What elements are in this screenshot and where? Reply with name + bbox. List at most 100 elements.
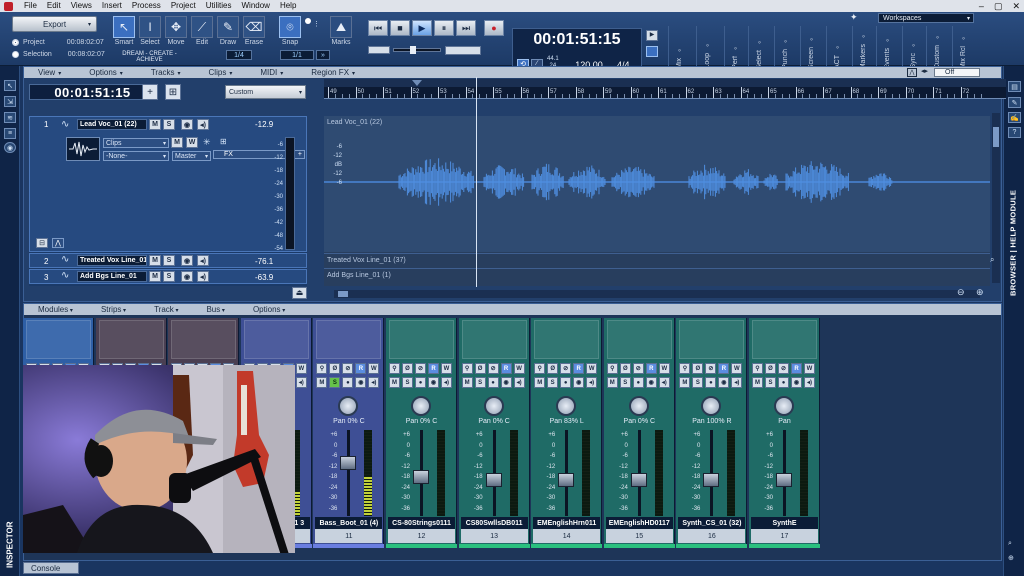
arm-button[interactable]: ● [487,377,499,388]
arm-button[interactable]: ● [778,377,789,388]
strip-name[interactable]: CS-80Strings0111 [388,517,455,529]
console-menu-options[interactable]: Options [239,305,299,314]
pan-knob[interactable] [556,396,577,416]
transport-extra[interactable] [445,46,481,55]
menu-file[interactable]: File [19,0,42,12]
write-button[interactable]: W [368,363,380,374]
monitor-button[interactable]: ◉ [500,377,512,388]
strip-name[interactable]: EMEnglishHrn011 [533,517,601,529]
volume-fader[interactable] [558,473,575,487]
volume-fader[interactable] [413,470,429,484]
channel-strip-11[interactable]: ⚲ Ø ⊘ R W M S ● ◉ ◂) Pan 0% C +6 0 -6 -12 -18 -24 -30 -36 B… [313,318,385,548]
volume-fader[interactable] [776,473,792,487]
mute-button[interactable]: M [606,377,618,388]
module-slot[interactable] [316,320,382,359]
channel-strip-17[interactable]: ⚲ Ø ⊘ R W M S ● ◉ ◂) Pan +6 0 -6 -12 -18 -24 -30 -36 SynthE… [749,318,820,548]
write-button[interactable]: W [441,363,452,374]
read-button[interactable]: R [500,363,512,374]
mute-button[interactable]: M [149,119,161,130]
timeline-ruler[interactable]: 49 50 51 52 53 54 55 56 57 58 59 60 61 62 63 64 65 66 67 68… [324,87,1006,99]
strip-search-icon[interactable]: ⌕ [1008,540,1012,548]
mute-button[interactable]: M [679,377,691,388]
tool-select-button[interactable]: I [139,16,161,38]
channel-strip-14[interactable]: ⚲ Ø ⊘ R W M S ● ◉ ◂) Pan 83% L +6 0 -6 -12 -18 -24 -30 -36… [531,318,603,548]
input-echo-button[interactable]: ◂) [197,255,209,266]
horizontal-scrollbar[interactable] [334,290,980,298]
strip-name[interactable]: Synth_CS_01 (32) [678,517,746,529]
arm-button[interactable]: ● [705,377,717,388]
minimize-button[interactable]: – [979,0,984,12]
echo-button[interactable]: ◂) [586,377,598,388]
menu-views[interactable]: Views [66,0,97,12]
input-icon[interactable]: ⚲ [534,363,546,374]
module-slot[interactable] [389,320,454,359]
phase-icon[interactable]: Ø [619,363,631,374]
nav-arrows-icon[interactable]: ◂▸ [921,67,928,75]
echo-button[interactable]: ◂) [731,377,743,388]
arm-button[interactable]: ● [342,377,354,388]
maximize-button[interactable]: ▢ [994,0,1003,12]
disable-icon[interactable]: ⊘ [778,363,789,374]
notes-icon[interactable]: ✍ [1008,112,1021,123]
echo-button[interactable]: ◂) [295,377,307,388]
wand-icon[interactable]: ✦ [850,12,868,23]
collapse-icon[interactable]: ⏏ [292,287,307,299]
pan-knob[interactable] [628,396,649,416]
menu-utilities[interactable]: Utilities [201,0,237,12]
mute-button[interactable]: M [149,255,161,266]
arrow-tool-icon[interactable]: ↖ [4,80,16,91]
track-2[interactable]: 2 ∿ Treated Vox Line_01 M S ◉ ◂) -76.1 [29,253,307,268]
tool-draw-button[interactable]: ✎ [217,16,239,38]
track-layer-icon[interactable]: ⊟ [36,238,48,248]
track-name[interactable]: Treated Vox Line_01 [77,255,147,266]
record-target-icon[interactable]: ◉ [4,142,16,153]
disable-icon[interactable]: ⊘ [632,363,644,374]
track-3[interactable]: 3 ∿ Add Bgs Line_01 M S ◉ ◂) -63.9 [29,269,307,284]
strip-name[interactable]: Bass_Boot_01 (4) [315,517,383,529]
link-icon[interactable]: ⊞ [220,137,227,146]
pan-knob[interactable] [774,396,794,416]
export-radio-project[interactable]: Project 00:08:02:07 [12,39,104,46]
write-button[interactable]: W [586,363,598,374]
monitor-button[interactable]: ◉ [428,377,439,388]
zoom-out-icon[interactable]: ⊖ [957,287,965,298]
browser-icon[interactable]: ▤ [1008,81,1021,92]
volume-fader[interactable] [703,473,720,487]
input-icon[interactable]: ⚲ [461,363,473,374]
arrow-tool-icon-2[interactable]: ⇲ [4,96,16,107]
channel-strip-15[interactable]: ⚲ Ø ⊘ R W M S ● ◉ ◂) Pan 0% C +6 0 -6 -12 -18 -24 -30 -36 E… [603,318,675,548]
menu-insert[interactable]: Insert [97,0,127,12]
input-icon[interactable]: ⚲ [679,363,691,374]
arm-button[interactable]: ◉ [181,271,193,282]
playhead[interactable] [476,77,477,287]
write-button[interactable]: W [804,363,815,374]
module-slot[interactable] [606,320,672,359]
strip-name[interactable]: SynthE [751,517,818,529]
phase-icon[interactable]: Ø [329,363,341,374]
square-toggle[interactable] [646,46,658,57]
read-button[interactable]: R [355,363,367,374]
track-automation-icon[interactable]: ⋀ [52,238,64,248]
track-name[interactable]: Lead Voc_01 (22) [77,119,147,130]
clip-add-bgs[interactable]: Add Bgs Line_01 (1) [324,268,990,283]
scrub-slider[interactable] [393,46,441,54]
write-button[interactable]: W [186,137,198,148]
input-echo-button[interactable]: ◂) [197,271,209,282]
workspaces-select[interactable]: Workspaces ▾ [878,13,974,23]
volume-fader[interactable] [340,456,357,470]
strip-name[interactable]: EMEnglishHD0117 [605,517,673,529]
forward-button[interactable]: ⏭ [456,20,476,36]
monitor-button[interactable]: ◉ [645,377,657,388]
channel-strip-13[interactable]: ⚲ Ø ⊘ R W M S ● ◉ ◂) Pan 0% C +6 0 -6 -12 -18 -24 -30 -36 C… [458,318,530,548]
mute-button[interactable]: M [752,377,763,388]
scroll-thumb[interactable] [338,291,348,297]
console-menu-strips[interactable]: Strips [87,305,140,314]
zoom-vertical-icon[interactable]: ⌕ [990,255,994,265]
monitor-button[interactable]: ◉ [573,377,585,388]
loop-toggle[interactable] [368,46,390,54]
snowflake-icon[interactable]: ✳ [203,137,211,148]
track-volume[interactable]: -63.9 [255,273,273,282]
marks-button[interactable]: ⛰ [330,16,352,38]
console-menu-modules[interactable]: Modules [24,305,87,314]
write-button[interactable]: W [295,363,307,374]
